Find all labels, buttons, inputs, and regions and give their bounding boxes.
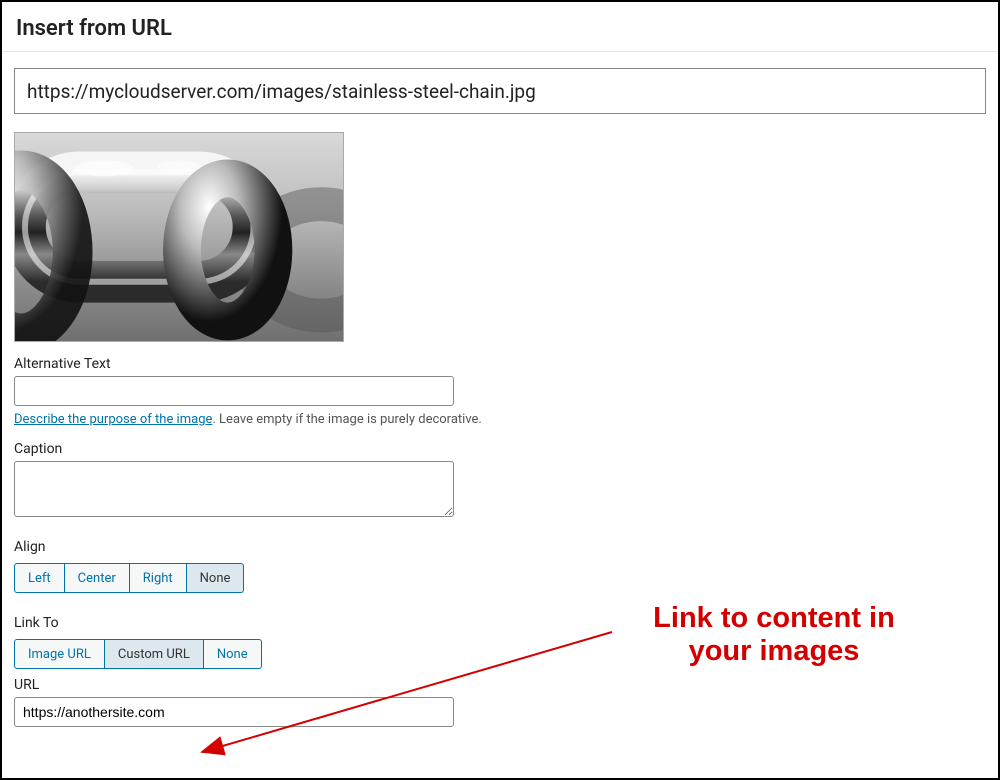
align-right-button[interactable]: Right	[130, 563, 187, 593]
link-to-image-url-button[interactable]: Image URL	[14, 639, 105, 669]
annotation-line-1: Link to content in	[653, 602, 895, 634]
align-none-button[interactable]: None	[187, 563, 245, 593]
link-to-button-group: Image URL Custom URL None	[14, 639, 262, 669]
link-url-input[interactable]	[14, 697, 454, 727]
image-url-input[interactable]	[14, 68, 986, 114]
caption-input[interactable]	[14, 461, 454, 517]
link-url-label: URL	[14, 677, 986, 693]
dialog-title: Insert from URL	[2, 2, 998, 52]
link-to-custom-url-button[interactable]: Custom URL	[105, 639, 204, 669]
annotation-line-2: your images	[689, 635, 860, 667]
align-button-group: Left Center Right None	[14, 563, 244, 593]
link-to-none-button[interactable]: None	[204, 639, 262, 669]
align-center-button[interactable]: Center	[65, 563, 130, 593]
alt-hint-suffix: . Leave empty if the image is purely dec…	[212, 412, 481, 427]
annotation-callout: Link to content in your images	[594, 602, 954, 669]
caption-label: Caption	[14, 441, 986, 457]
describe-image-link[interactable]: Describe the purpose of the image	[14, 412, 212, 427]
dialog-insert-from-url: Insert from URL	[0, 0, 1000, 780]
align-label: Align	[14, 539, 986, 555]
align-left-button[interactable]: Left	[14, 563, 65, 593]
alt-text-label: Alternative Text	[14, 356, 986, 372]
alt-text-input[interactable]	[14, 376, 454, 406]
alt-hint: Describe the purpose of the image. Leave…	[14, 412, 986, 427]
image-preview	[14, 132, 344, 342]
